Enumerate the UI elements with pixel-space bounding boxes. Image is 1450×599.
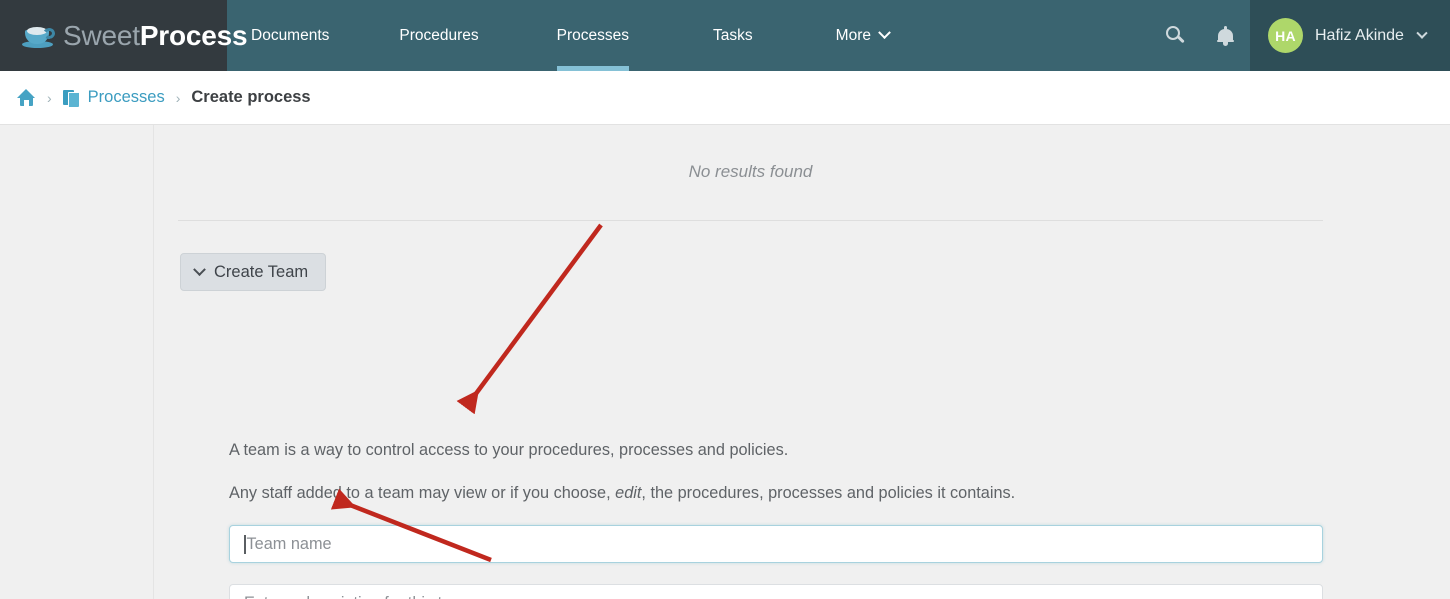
breadcrumb-separator: › [176,90,181,106]
breadcrumb-item-processes[interactable]: Processes [63,88,165,107]
create-team-panel-title: Create Team [214,263,308,282]
no-results-message: No results found [178,162,1323,182]
avatar: HA [1268,18,1303,53]
search-icon [1166,26,1185,45]
team-description-input[interactable]: Enter a description for this team [229,584,1323,599]
team-description-placeholder: Enter a description for this team [244,594,474,599]
notifications-button[interactable] [1200,0,1250,71]
chevron-down-icon [1416,27,1427,38]
documents-icon [63,89,80,107]
user-name-label: Hafiz Akinde [1315,27,1404,45]
team-description-line-2: Any staff added to a team may view or if… [229,484,1015,503]
logo-wordmark: SweetProcess [63,22,247,50]
logo-home-link[interactable]: SweetProcess [0,0,227,71]
team-description-emphasis: edit [615,484,641,502]
logo-text-sweet: Sweet [63,20,140,51]
breadcrumb-separator: › [47,90,52,106]
nav-item-label: Tasks [713,27,753,45]
nav-item-label: Procedures [399,27,478,45]
nav-item-procedures[interactable]: Procedures [399,0,478,71]
chevron-down-icon [193,263,206,276]
nav-item-processes[interactable]: Processes [557,0,629,71]
nav-item-documents[interactable]: Documents [251,0,329,71]
top-navigation-bar: SweetProcess Documents Procedures Proces… [0,0,1450,71]
team-name-placeholder: Team name [247,535,332,554]
team-description-line-1: A team is a way to control access to you… [229,441,788,460]
bell-icon [1217,26,1234,46]
chevron-down-icon [878,26,891,39]
nav-item-more[interactable]: More [836,0,889,71]
breadcrumb-current-page: Create process [191,88,310,107]
create-team-panel-toggle[interactable]: Create Team [180,253,326,291]
text-cursor [244,535,246,554]
user-menu[interactable]: HA Hafiz Akinde [1250,0,1450,71]
vertical-divider [153,125,154,599]
header-actions: HA Hafiz Akinde [1150,0,1450,71]
team-name-input[interactable]: Team name [229,525,1323,563]
breadcrumb: › Processes › Create process [0,71,1450,125]
home-icon[interactable] [17,89,36,106]
nav-item-label: More [836,27,871,45]
breadcrumb-link-label: Processes [88,88,165,107]
team-description-line-2-before: Any staff added to a team may view or if… [229,484,615,502]
nav-item-label: Documents [251,27,329,45]
horizontal-divider [178,220,1323,221]
nav-item-tasks[interactable]: Tasks [713,0,753,71]
team-description-line-2-after: , the procedures, processes and policies… [641,484,1015,502]
nav-item-label: Processes [557,27,629,45]
main-nav: Documents Procedures Processes Tasks Mor… [227,0,1150,71]
main-content: No results found Create Team A team is a… [0,125,1450,599]
coffee-cup-icon [22,23,56,49]
search-button[interactable] [1150,0,1200,71]
annotation-arrow-to-team-name [472,225,601,399]
